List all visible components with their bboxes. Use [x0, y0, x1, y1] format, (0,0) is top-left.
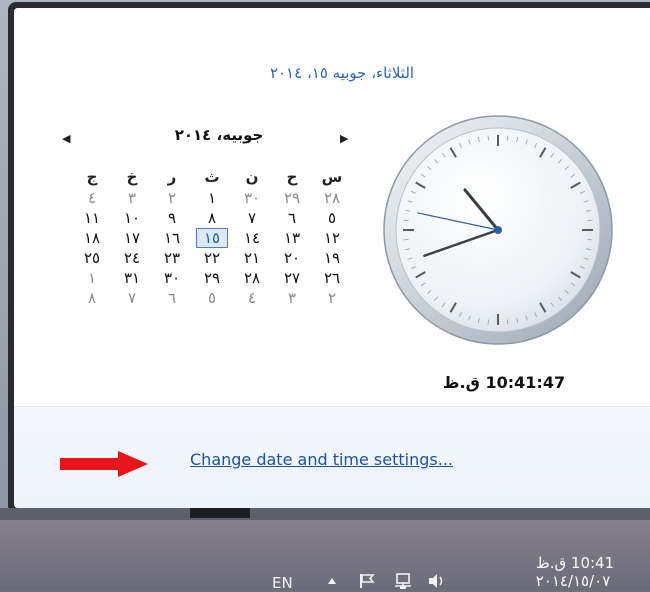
calendar-day[interactable]: ٦: [152, 288, 192, 308]
weekday-label: خ: [126, 168, 138, 186]
next-month-button[interactable]: ▶: [340, 132, 348, 145]
digital-time: 10:41:47 ق.ظ: [442, 373, 566, 392]
calendar-day[interactable]: ٢٨: [232, 268, 272, 288]
minute-tick: [487, 135, 490, 141]
calendar-day[interactable]: ٢٩: [272, 188, 312, 208]
calendar-day[interactable]: ١٢: [312, 228, 352, 248]
taskbar-top-strip: [0, 508, 650, 520]
calendar-day[interactable]: ٤: [232, 288, 272, 308]
calendar-day[interactable]: ١٠: [112, 208, 152, 228]
red-arrow-icon: [60, 451, 148, 477]
calendar-day[interactable]: ٣٠: [152, 268, 192, 288]
calendar-day[interactable]: ٢٩: [192, 268, 232, 288]
calendar-day[interactable]: ١: [72, 268, 112, 288]
calendar-day[interactable]: ٥: [312, 208, 352, 228]
calendar-day[interactable]: ٨: [72, 288, 112, 308]
calendar-day[interactable]: ١١: [72, 208, 112, 228]
calendar-day[interactable]: ٣: [272, 288, 312, 308]
weekday-label: ن: [245, 168, 259, 186]
calendar-day[interactable]: ٧: [232, 208, 272, 228]
minute-tick: [506, 319, 509, 325]
taskbar-date[interactable]: ٢٠١٤/١٥/٠٧: [508, 572, 638, 590]
change-date-time-settings-link[interactable]: Change date and time settings...: [190, 450, 453, 469]
calendar-day[interactable]: ٢٦: [312, 268, 352, 288]
calendar-day[interactable]: ٨: [192, 208, 232, 228]
calendar-day[interactable]: ٢١: [232, 248, 272, 268]
action-center-flag-icon[interactable]: [357, 570, 379, 592]
weekday-label: ر: [167, 168, 177, 186]
month-year-title[interactable]: جوبيه، ٢٠١٤: [134, 126, 304, 144]
analog-clock: [383, 115, 613, 345]
minute-tick: [487, 319, 490, 325]
calendar-day[interactable]: ٢٨: [312, 188, 352, 208]
calendar-day[interactable]: ٢٥: [72, 248, 112, 268]
calendar-day[interactable]: ٩: [152, 208, 192, 228]
taskbar-time[interactable]: 10:41 ق.ظ: [520, 554, 630, 572]
calendar-day[interactable]: ٣: [112, 188, 152, 208]
date-time-flyout: الثلاثاء، جوبيه ١٥، ٢٠١٤ ◀ جوبيه، ٢٠١٤ ▶…: [14, 8, 650, 508]
calendar-day[interactable]: ١٦: [152, 228, 192, 248]
weekday-label: ج: [86, 168, 98, 186]
weekday-label: س: [321, 168, 343, 186]
calendar-day[interactable]: ١: [192, 188, 232, 208]
network-icon[interactable]: [392, 570, 414, 592]
volume-icon[interactable]: [426, 570, 448, 592]
calendar-day[interactable]: ٢: [152, 188, 192, 208]
calendar-day[interactable]: ١٤: [232, 228, 272, 248]
calendar-day[interactable]: ١٨: [72, 228, 112, 248]
calendar-day[interactable]: ٢٧: [272, 268, 312, 288]
calendar-day[interactable]: ٢٢: [192, 248, 232, 268]
full-date-heading[interactable]: الثلاثاء، جوبيه ١٥، ٢٠١٤: [212, 64, 472, 82]
weekday-label: ث: [204, 168, 220, 186]
minute-tick: [506, 135, 509, 141]
calendar-day[interactable]: ١٧: [112, 228, 152, 248]
prev-month-button[interactable]: ◀: [62, 132, 70, 145]
calendar-grid: ٤ ٣ ٢ ١ ٣٠ ٢٩ ٢٨ ١١ ١٠ ٩ ٨ ٧ ٦ ٥ ١٨ ١٧ ١٦ ١٥ ١٤ ١٣ ١٢ ٢٥ ٢٤ ٢٣ ٢…: [72, 188, 352, 308]
calendar-day[interactable]: ٦: [272, 208, 312, 228]
calendar-day[interactable]: ١٣: [272, 228, 312, 248]
calendar-day[interactable]: ١٩: [312, 248, 352, 268]
calendar-day[interactable]: ٧: [112, 288, 152, 308]
calendar-day[interactable]: ٢٣: [152, 248, 192, 268]
language-indicator[interactable]: EN: [272, 574, 293, 592]
calendar-day[interactable]: ٢٠: [272, 248, 312, 268]
minute-tick: [403, 219, 409, 222]
show-hidden-icons-icon[interactable]: [321, 570, 343, 592]
minute-tick: [403, 238, 409, 241]
calendar-day[interactable]: ٤: [72, 188, 112, 208]
taskbar-running-app[interactable]: [190, 508, 250, 518]
calendar-day[interactable]: ٢٤: [112, 248, 152, 268]
calendar-day[interactable]: ٢: [312, 288, 352, 308]
weekday-label: ح: [286, 168, 298, 186]
minute-tick: [587, 238, 593, 241]
calendar-day-today[interactable]: ١٥: [196, 228, 228, 248]
calendar-day[interactable]: ٥: [192, 288, 232, 308]
calendar-day[interactable]: ٣١: [112, 268, 152, 288]
weekday-header: جخرثنحس: [72, 168, 352, 186]
calendar-day[interactable]: ٣٠: [232, 188, 272, 208]
minute-tick: [587, 219, 593, 222]
clock-center: [494, 226, 502, 234]
